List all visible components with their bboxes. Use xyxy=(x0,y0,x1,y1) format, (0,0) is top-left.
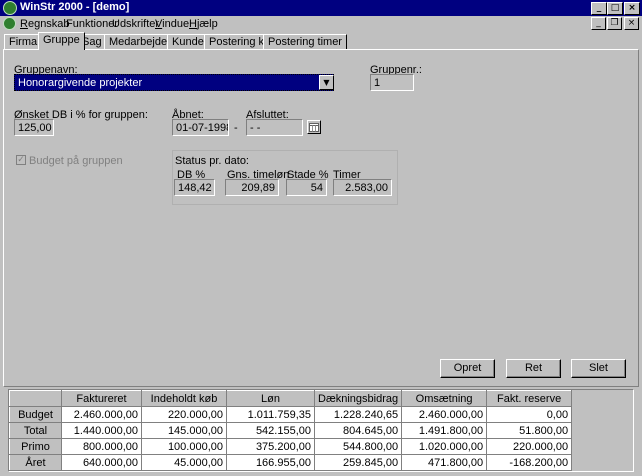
menu-udskrifter[interactable]: Udskrifter xyxy=(112,18,159,30)
menu-funktioner[interactable]: Funktioner xyxy=(66,18,118,30)
gruppenr-field: 1 xyxy=(370,74,414,91)
afsluttet-field[interactable]: - - xyxy=(246,119,303,136)
row-header[interactable]: Total xyxy=(9,422,62,439)
table-cell[interactable]: 51.800,00 xyxy=(486,422,573,439)
table-row: Året 640.000,00 45.000,00 166.955,00 259… xyxy=(9,454,573,471)
menu-label: jælp xyxy=(196,18,218,30)
budget-label: Budget på gruppen xyxy=(29,155,123,167)
table-cell[interactable]: 2.460.000,00 xyxy=(61,406,142,423)
table-cell[interactable]: 220.000,00 xyxy=(141,406,227,423)
maximize-button[interactable]: □ xyxy=(607,2,623,15)
table-row: Total 1.440.000,00 145.000,00 542.155,00… xyxy=(9,422,573,439)
mdi-close-button[interactable]: × xyxy=(624,17,639,30)
table-cell[interactable]: 1.440.000,00 xyxy=(61,422,142,439)
summary-table: Faktureret Indeholdt køb Løn Dækningsbid… xyxy=(9,390,573,471)
timelon-field: 209,89 xyxy=(225,179,279,196)
timer-field: 2.583,00 xyxy=(333,179,392,196)
abnet-field[interactable]: 01-07-1998 xyxy=(172,119,229,136)
table-cell[interactable]: 1.011.759,35 xyxy=(226,406,315,423)
table-cell[interactable]: 0,00 xyxy=(486,406,573,423)
table-cell[interactable]: 2.460.000,00 xyxy=(401,406,488,423)
calendar-icon[interactable] xyxy=(307,120,321,134)
mdi-minimize-button[interactable]: _ xyxy=(591,17,606,30)
budget-checkbox[interactable]: ✓ xyxy=(16,155,26,165)
status-title: Status pr. dato: xyxy=(175,155,249,167)
table-cell[interactable]: 45.000,00 xyxy=(141,454,227,471)
app-icon[interactable] xyxy=(3,1,17,15)
window-title: WinStr 2000 - [demo] xyxy=(20,1,130,13)
table-cell[interactable]: 471.800,00 xyxy=(401,454,488,471)
tab-medarbejder[interactable]: Medarbejder xyxy=(104,34,176,49)
table-cell[interactable]: 220.000,00 xyxy=(486,438,573,455)
onsket-db-field[interactable]: 125,00 xyxy=(14,119,54,136)
opret-button[interactable]: Opret xyxy=(440,359,495,378)
table-cell[interactable]: 544.800,00 xyxy=(313,438,403,455)
table-cell[interactable]: 166.955,00 xyxy=(226,454,315,471)
table-cell[interactable]: 100.000,00 xyxy=(141,438,227,455)
tab-gruppe[interactable]: Gruppe xyxy=(38,32,85,50)
gruppenavn-combo[interactable]: Honorargivende projekter xyxy=(14,74,334,91)
tab-postering-timer[interactable]: Postering timer xyxy=(263,34,347,49)
stade-field: 54 xyxy=(286,179,327,196)
menu-hjaelp[interactable]: Hjælp xyxy=(189,18,218,30)
ret-button[interactable]: Ret xyxy=(506,359,561,378)
app-window: WinStr 2000 - [demo] _ □ × Regnskab Funk… xyxy=(0,0,642,476)
table-cell[interactable]: 259.845,00 xyxy=(313,454,403,471)
menu-label: indue xyxy=(162,18,190,30)
date-separator: - xyxy=(234,122,238,134)
menu-regnskab[interactable]: Regnskab xyxy=(20,18,70,30)
minimize-button[interactable]: _ xyxy=(591,2,607,15)
table-cell[interactable]: 1.020.000,00 xyxy=(401,438,488,455)
summary-grid[interactable]: Faktureret Indeholdt køb Løn Dækningsbid… xyxy=(8,389,634,472)
grid-corner xyxy=(9,390,62,407)
table-cell[interactable]: 145.000,00 xyxy=(141,422,227,439)
tab-firma[interactable]: Firma xyxy=(4,34,43,49)
column-header[interactable]: Løn xyxy=(226,390,315,407)
column-header[interactable]: Fakt. reserve xyxy=(486,390,573,407)
menu-label: egnskab xyxy=(27,18,70,30)
mdi-restore-button[interactable]: ❐ xyxy=(607,17,622,30)
column-header[interactable]: Faktureret xyxy=(61,390,142,407)
menu-mnemonic: R xyxy=(20,18,28,30)
menu-vindue[interactable]: Vindue xyxy=(155,18,189,30)
table-row: Primo 800.000,00 100.000,00 375.200,00 5… xyxy=(9,438,573,455)
column-header[interactable]: Dækningsbidrag xyxy=(313,390,403,407)
row-header[interactable]: Året xyxy=(9,454,62,471)
table-cell[interactable]: 804.645,00 xyxy=(313,422,403,439)
table-cell[interactable]: -168.200,00 xyxy=(486,454,573,471)
slet-button[interactable]: Slet xyxy=(571,359,626,378)
chevron-down-icon[interactable]: ▼ xyxy=(319,75,334,90)
row-header[interactable]: Primo xyxy=(9,438,62,455)
title-bar[interactable]: WinStr 2000 - [demo] _ □ × xyxy=(0,0,642,16)
table-cell[interactable]: 375.200,00 xyxy=(226,438,315,455)
table-cell[interactable]: 800.000,00 xyxy=(61,438,142,455)
table-cell[interactable]: 542.155,00 xyxy=(226,422,315,439)
tab-panel xyxy=(3,49,639,387)
tab-kunde[interactable]: Kunde xyxy=(167,34,209,49)
column-header[interactable]: Indeholdt køb xyxy=(141,390,227,407)
db-field: 148,42 xyxy=(174,179,215,196)
menu-mnemonic: H xyxy=(189,18,197,30)
table-cell[interactable]: 1.491.800,00 xyxy=(401,422,488,439)
table-cell[interactable]: 640.000,00 xyxy=(61,454,142,471)
column-header[interactable]: Omsætning xyxy=(401,390,488,407)
menu-bar: Regnskab Funktioner Udskrifter Vindue Hj… xyxy=(0,16,642,32)
table-row: Budget 2.460.000,00 220.000,00 1.011.759… xyxy=(9,406,573,423)
table-header-row: Faktureret Indeholdt køb Løn Dækningsbid… xyxy=(9,390,573,407)
close-button[interactable]: × xyxy=(624,2,640,15)
row-header[interactable]: Budget xyxy=(9,406,62,423)
table-cell[interactable]: 1.228.240,65 xyxy=(313,406,403,423)
document-icon[interactable] xyxy=(3,17,16,30)
